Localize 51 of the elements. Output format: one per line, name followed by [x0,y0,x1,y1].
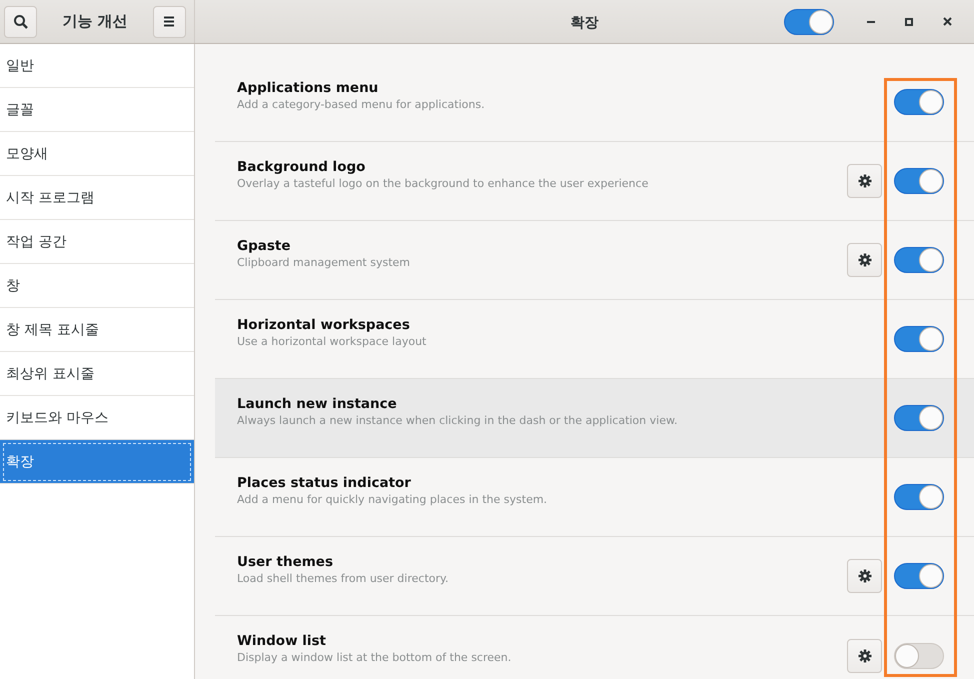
toggle-switch[interactable] [894,247,944,273]
menu-button[interactable] [152,6,186,38]
window-title: 확장 [570,14,598,30]
extension-description: Clipboard management system [237,256,411,268]
extension-name: Horizontal workspaces [237,316,411,332]
toggle-switch[interactable] [894,168,944,194]
extension-description: Load shell themes from user directory. [237,572,450,584]
extension-description: Display a window list at the bottom of the screen. [237,651,512,664]
minimize-icon [867,20,875,23]
toggle-switch[interactable] [894,89,944,115]
toggle-switch[interactable] [784,8,834,34]
toggle-switch[interactable] [894,405,944,431]
menu-icon [163,16,176,27]
sidebar-item[interactable]: 창 제목 표시줄 [0,308,194,352]
sidebar-item[interactable]: 글꼴 [0,88,194,132]
gear-icon [858,174,872,188]
sidebar-item[interactable]: 시작 프로그램 [0,176,194,220]
extension-description: Overlay a tasteful logo on the background to enhance the user experience [237,176,650,190]
settings-button[interactable] [847,164,882,198]
settings-button[interactable] [847,559,882,593]
settings-button[interactable] [847,638,882,672]
extension-name: Window list [237,633,327,649]
extension-description: Always launch a new instance when clicking in the dash or the application view. [237,414,678,426]
extension-description: Add a category-based menu for applications. [237,98,486,110]
toggle-switch[interactable] [894,563,944,589]
sidebar-item[interactable]: 최상위 표시줄 [0,352,194,396]
sidebar-item[interactable]: 확장 [0,440,194,484]
gear-icon [858,648,872,662]
extension-name: Launch new instance [237,396,398,412]
sidebar-item[interactable]: 모양새 [0,132,194,176]
extension-name: Places status indicator [237,474,412,490]
extension-name: Gpaste [237,238,292,254]
extension-name: Background logo [237,158,366,174]
sidebar-title: 기능 개선 [62,12,128,31]
extension-description: Use a horizontal workspace layout [237,334,428,348]
sidebar-item[interactable]: 작업 공간 [0,220,194,264]
extension-name: User themes [237,554,334,570]
toggle-switch[interactable] [894,484,944,510]
search-button[interactable] [4,6,37,38]
sidebar-item[interactable]: 일반 [0,44,194,88]
toggle-switch[interactable] [894,326,944,352]
gear-icon [858,253,872,267]
settings-button[interactable] [847,243,882,277]
gear-icon [858,569,872,583]
search-icon [12,14,28,30]
extension-name: Applications menu [237,80,380,96]
close-icon [942,17,952,26]
maximize-icon [905,18,913,26]
sidebar-item[interactable]: 창 [0,264,194,308]
extension-description: Add a menu for quickly navigating places in the system. [237,492,548,506]
toggle-switch[interactable] [894,642,944,668]
